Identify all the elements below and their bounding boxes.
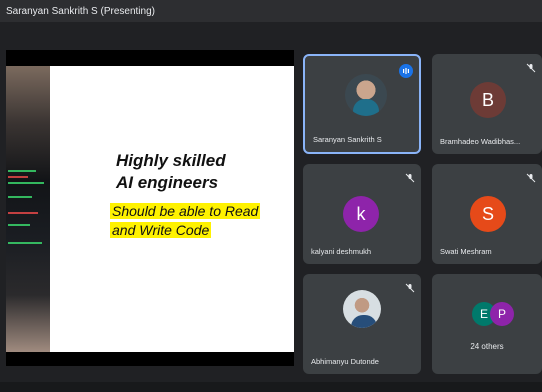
avatar: B <box>470 82 506 118</box>
avatar-initial: B <box>481 89 494 110</box>
slide: Highly skilled AI engineers Should be ab… <box>50 66 294 352</box>
avatar-initial: E <box>479 307 488 321</box>
avatar: S <box>470 196 506 232</box>
code-line <box>8 176 28 178</box>
code-line <box>8 242 42 244</box>
highlight-line-2: and Write Code <box>110 222 212 238</box>
participant-name: Abhimanyu Dutonde <box>311 357 379 366</box>
participant-name: kalyani deshmukh <box>311 247 372 256</box>
highlight-line-1: Should be able to Read <box>110 203 261 219</box>
mic-off-icon <box>526 170 536 183</box>
slide-title-line-1: Highly skilled <box>116 151 226 170</box>
mic-off-icon <box>405 170 415 183</box>
avatar-initial: k <box>356 203 366 224</box>
participant-name: Bramhadeo Wadibhas... <box>440 137 521 146</box>
bottom-bar <box>0 382 542 392</box>
code-line <box>8 196 32 198</box>
avatar-initial: S <box>481 203 494 224</box>
participant-tile-abhimanyu[interactable]: Abhimanyu Dutonde <box>303 274 421 374</box>
avatar-initial: P <box>497 307 506 321</box>
avatar <box>343 290 381 328</box>
code-line <box>8 170 36 172</box>
participant-tile-bramhadeo[interactable]: B Bramhadeo Wadibhas... <box>432 54 542 154</box>
shared-screen[interactable]: Highly skilled AI engineers Should be ab… <box>6 50 294 366</box>
mic-off-icon <box>526 60 536 73</box>
code-line <box>8 212 38 214</box>
avatar <box>345 74 387 116</box>
avatar: P <box>490 302 514 326</box>
slide-title: Highly skilled AI engineers <box>116 150 286 194</box>
meeting-window: Saranyan Sankrith S (Presenting) Highly … <box>0 0 542 392</box>
speaking-indicator-icon <box>399 64 413 78</box>
slide-highlight: Should be able to Read and Write Code <box>110 202 261 240</box>
participant-tile-swati[interactable]: S Swati Meshram <box>432 164 542 264</box>
others-count: 24 others <box>470 342 504 351</box>
others-avatar-stack: E P <box>472 302 514 332</box>
mic-off-icon <box>405 280 415 293</box>
others-tile[interactable]: E P 24 others <box>432 274 542 374</box>
code-line <box>8 182 44 184</box>
participant-name: Swati Meshram <box>440 247 492 256</box>
presenter-title: Saranyan Sankrith S (Presenting) <box>6 5 155 17</box>
code-line <box>8 224 30 226</box>
participant-tile-saranyan[interactable]: Saranyan Sankrith S <box>303 54 421 154</box>
avatar: k <box>343 196 379 232</box>
presenter-title-bar: Saranyan Sankrith S (Presenting) <box>0 0 542 22</box>
slide-image <box>6 66 50 352</box>
slide-title-line-2: AI engineers <box>116 173 219 192</box>
participant-name: Saranyan Sankrith S <box>313 135 382 144</box>
participant-tile-kalyani[interactable]: k kalyani deshmukh <box>303 164 421 264</box>
